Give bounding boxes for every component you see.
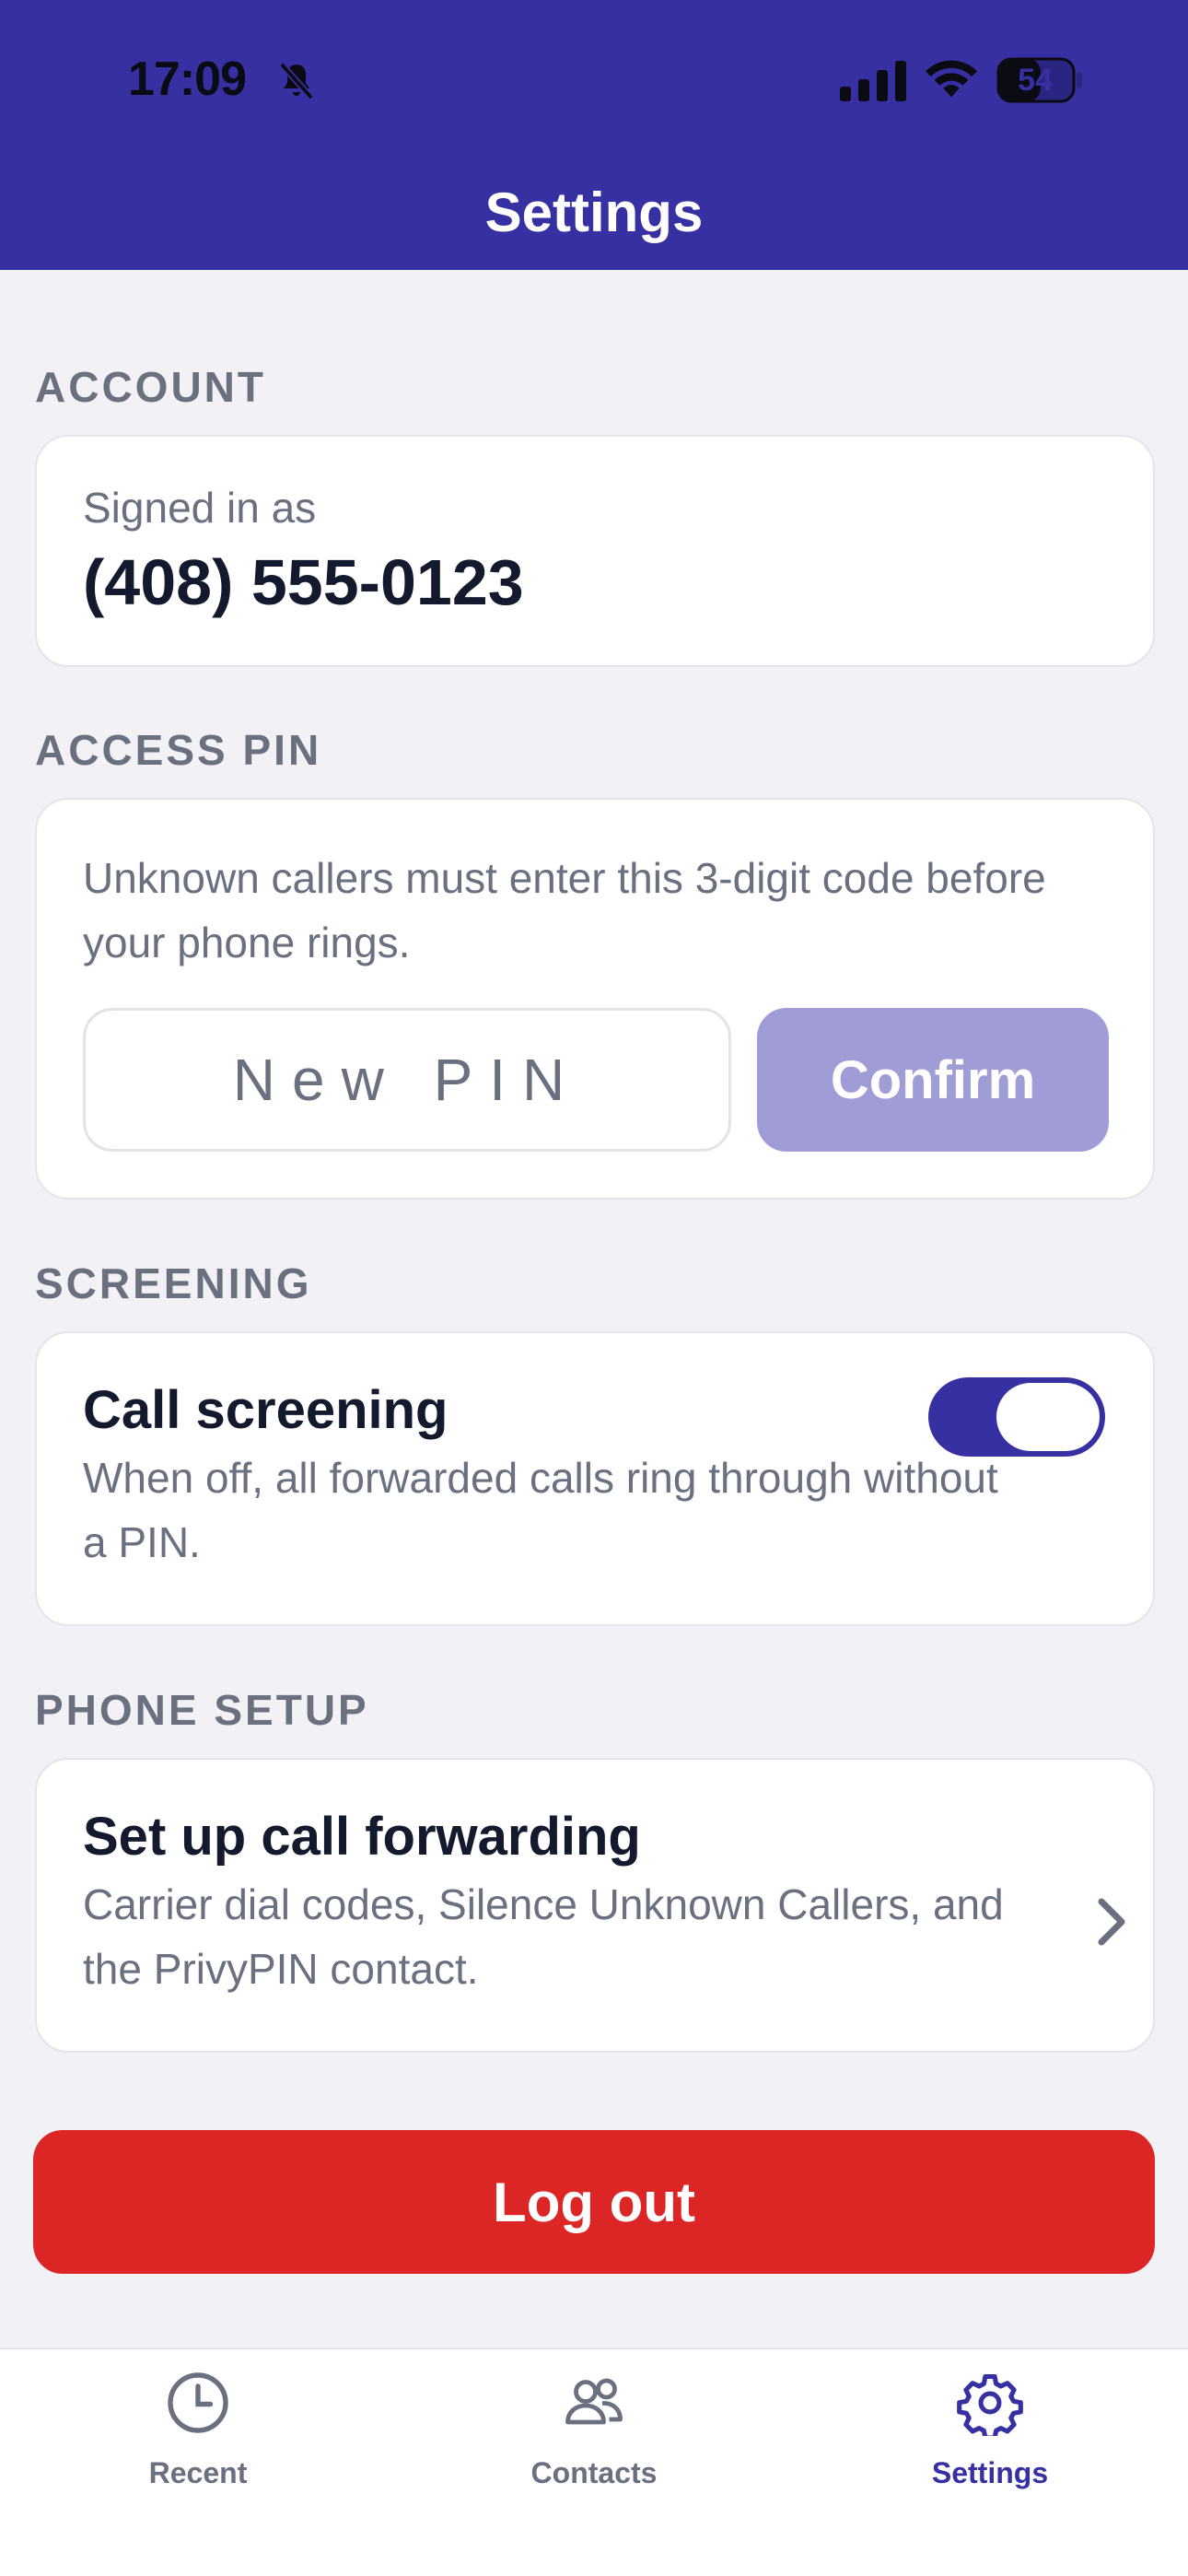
section-label-account: ACCOUNT: [35, 363, 266, 411]
page-title: Settings: [484, 181, 704, 243]
wifi-icon: [925, 60, 978, 98]
tab-bar: Recent Contacts Settings: [0, 2348, 1188, 2576]
chevron-right-icon: [1098, 1898, 1125, 1946]
access-pin-card: Unknown callers must enter this 3-digit …: [35, 798, 1155, 1200]
section-label-phone-setup: PHONE SETUP: [35, 1686, 369, 1734]
cellular-signal-icon: [840, 61, 906, 101]
people-icon: [565, 2378, 623, 2425]
section-label-access-pin: ACCESS PIN: [35, 726, 322, 774]
status-time: 17:09: [128, 53, 247, 106]
tab-recent-label: Recent: [148, 2456, 248, 2489]
confirm-pin-button[interactable]: Confirm: [757, 1008, 1109, 1152]
call-forwarding-row[interactable]: Set up call forwarding Carrier dial code…: [35, 1758, 1155, 2053]
call-screening-title: Call screening: [83, 1380, 448, 1440]
pin-description: Unknown callers must enter this 3-digit …: [83, 854, 1046, 966]
tab-recent[interactable]: Recent: [46, 2349, 350, 2534]
gear-icon: [957, 2373, 1023, 2436]
account-phone-number: (408) 555-0123: [83, 546, 524, 618]
call-screening-toggle[interactable]: [928, 1377, 1105, 1457]
app-header: 17:09 54 Settings: [0, 0, 1188, 270]
call-screening-description: When off, all forwarded calls ring throu…: [83, 1454, 998, 1566]
section-label-screening: SCREENING: [35, 1259, 312, 1307]
screening-card: Call screening When off, all forwarded c…: [35, 1331, 1155, 1626]
account-card: Signed in as (408) 555-0123: [35, 435, 1155, 667]
bell-muted-icon: [279, 62, 314, 100]
call-forwarding-description: Carrier dial codes, Silence Unknown Call…: [83, 1880, 1004, 1993]
new-pin-input[interactable]: [83, 1008, 731, 1152]
tab-settings-label: Settings: [931, 2456, 1049, 2489]
tab-settings[interactable]: Settings: [838, 2349, 1142, 2534]
tab-contacts-label: Contacts: [530, 2456, 658, 2489]
toggle-knob: [996, 1383, 1100, 1451]
clock-icon: [168, 2372, 228, 2433]
logout-button[interactable]: Log out: [33, 2130, 1155, 2274]
signed-in-label: Signed in as: [83, 484, 317, 532]
tab-contacts[interactable]: Contacts: [442, 2349, 746, 2534]
battery-level: 54: [1018, 62, 1053, 98]
call-forwarding-title: Set up call forwarding: [83, 1807, 641, 1867]
